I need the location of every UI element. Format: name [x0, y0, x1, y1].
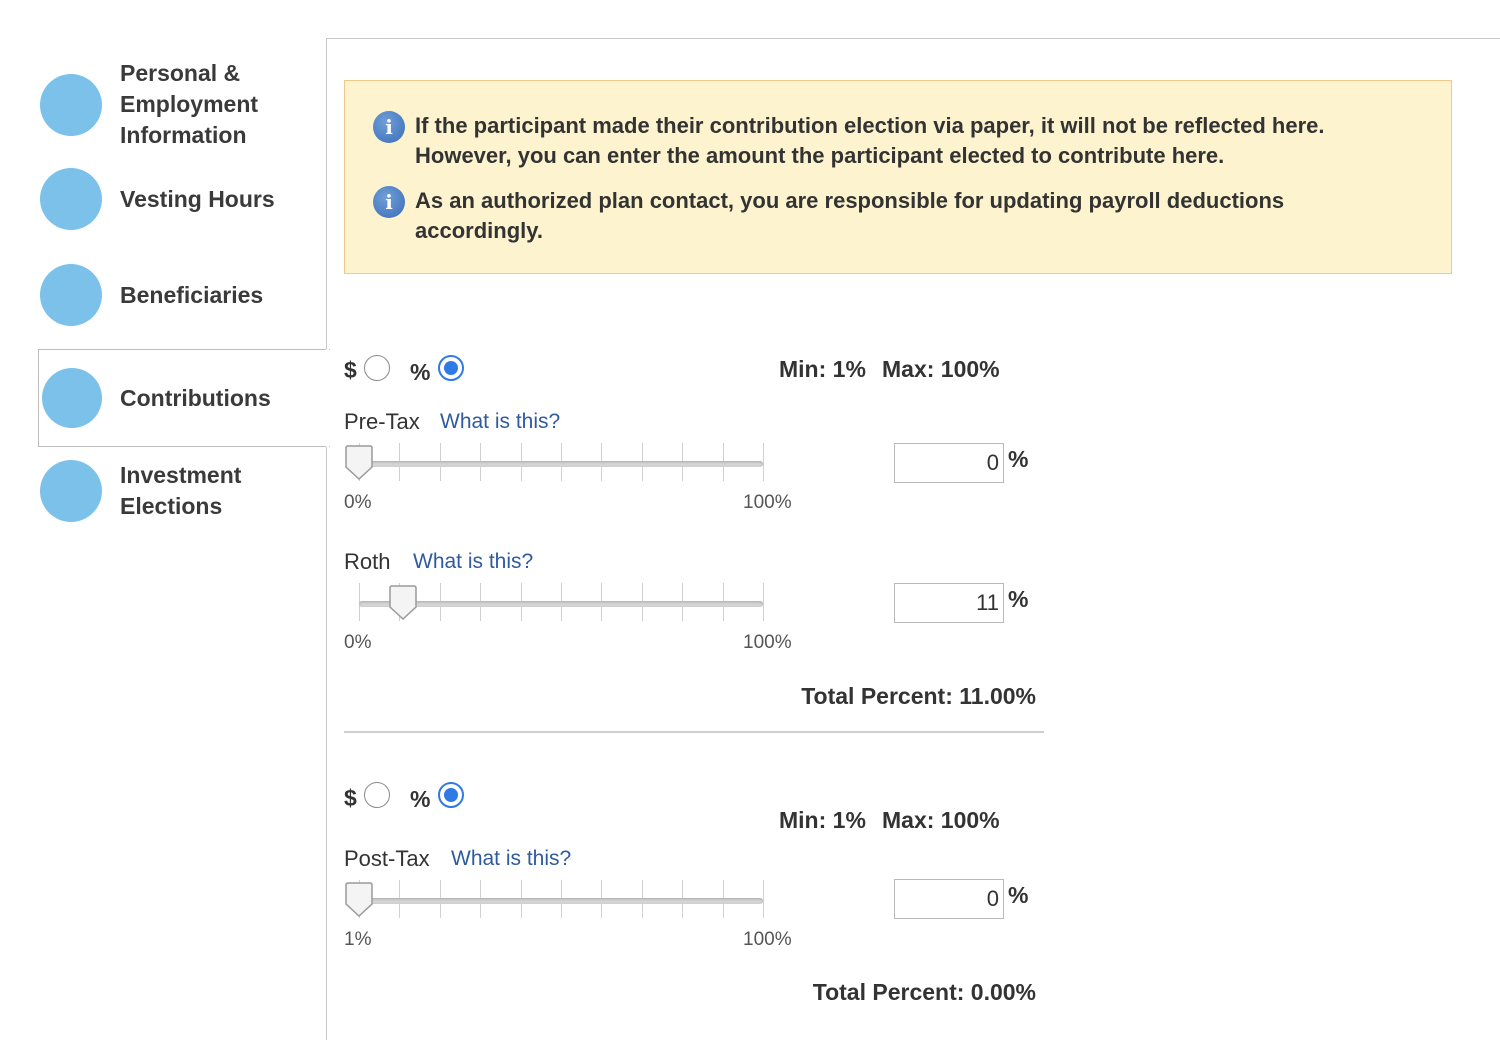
step-beneficiaries[interactable]: Beneficiaries — [40, 264, 263, 326]
pretax-scale-max: 100% — [743, 492, 792, 513]
percent-mode-radio[interactable] — [438, 782, 464, 808]
roth-scale-min: 0% — [344, 632, 372, 653]
step-contributions[interactable]: Contributions — [38, 349, 330, 447]
posttax-slider[interactable] — [345, 880, 765, 930]
total-percent-section2: Total Percent: 0.00% — [812, 979, 1036, 1005]
step-indicator — [40, 264, 102, 326]
pretax-help-link[interactable]: What is this? — [440, 410, 560, 434]
step-personal-employment[interactable]: Personal & Employment Information — [40, 58, 290, 151]
active-tab-connector — [326, 349, 329, 447]
step-label: Personal & Employment Information — [120, 60, 259, 148]
pretax-scale-min: 0% — [344, 492, 372, 513]
percent-mode-label: % — [410, 359, 431, 385]
roth-unit: % — [1008, 586, 1029, 612]
notice-text: As an authorized plan contact, you are r… — [415, 188, 1285, 243]
step-indicator — [42, 368, 102, 428]
roth-help-link[interactable]: What is this? — [413, 550, 533, 574]
step-label: Investment Elections — [120, 462, 242, 519]
info-icon: i — [373, 186, 405, 218]
posttax-percent-input[interactable] — [894, 879, 1004, 919]
pretax-unit: % — [1008, 446, 1029, 472]
step-investment-elections[interactable]: Investment Elections — [40, 460, 280, 522]
slider-thumb[interactable] — [344, 445, 374, 481]
step-indicator — [40, 168, 102, 230]
notice-message: i If the participant made their contribu… — [373, 111, 1415, 171]
posttax-help-link[interactable]: What is this? — [451, 847, 571, 871]
dollar-mode-radio[interactable] — [364, 355, 390, 381]
step-label: Contributions — [120, 384, 271, 411]
min-label: Min: 1% — [779, 356, 866, 382]
info-icon: i — [373, 111, 405, 143]
pretax-slider[interactable] — [345, 443, 765, 493]
step-label: Beneficiaries — [120, 281, 264, 308]
step-indicator — [40, 73, 102, 136]
slider-track[interactable] — [359, 461, 763, 467]
dollar-mode-label: $ — [344, 357, 357, 383]
slider-track[interactable] — [359, 601, 763, 607]
posttax-scale-max: 100% — [743, 929, 792, 950]
posttax-scale-min: 1% — [344, 929, 372, 950]
max-label: Max: 100% — [882, 356, 1000, 382]
slider-tick — [763, 443, 764, 481]
wizard-sidebar: Personal & Employment Information Vestin… — [0, 0, 330, 1040]
roth-slider[interactable] — [345, 583, 765, 633]
roth-label: Roth — [344, 549, 391, 574]
info-notice: i If the participant made their contribu… — [344, 80, 1452, 274]
posttax-unit: % — [1008, 882, 1029, 908]
step-indicator — [40, 460, 102, 522]
section-divider — [344, 731, 1044, 733]
dollar-mode-radio[interactable] — [364, 782, 390, 808]
pretax-label: Pre-Tax — [344, 409, 420, 434]
step-vesting-hours[interactable]: Vesting Hours — [40, 168, 275, 230]
slider-track[interactable] — [359, 898, 763, 904]
slider-thumb[interactable] — [344, 882, 374, 918]
slider-tick — [763, 880, 764, 918]
min-label: Min: 1% — [779, 807, 866, 833]
notice-text: If the participant made their contributi… — [415, 113, 1325, 168]
percent-mode-label: % — [410, 786, 431, 812]
total-percent-section1: Total Percent: 11.00% — [801, 683, 1036, 709]
dollar-mode-label: $ — [344, 785, 357, 811]
max-label: Max: 100% — [882, 807, 1000, 833]
percent-mode-radio[interactable] — [438, 355, 464, 381]
roth-scale-max: 100% — [743, 632, 792, 653]
posttax-label: Post-Tax — [344, 846, 430, 871]
roth-percent-input[interactable] — [894, 583, 1004, 623]
pretax-percent-input[interactable] — [894, 443, 1004, 483]
slider-thumb[interactable] — [388, 585, 418, 621]
step-label: Vesting Hours — [120, 185, 275, 212]
slider-tick — [763, 583, 764, 621]
notice-message: i As an authorized plan contact, you are… — [373, 186, 1415, 246]
